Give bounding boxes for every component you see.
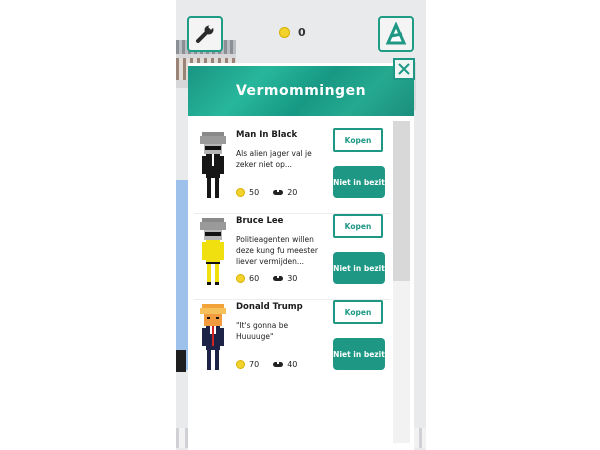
buy-button[interactable]: Kopen: [333, 128, 383, 152]
item-stats: 70 40: [236, 360, 297, 369]
mask-icon: [273, 276, 284, 281]
coin-icon: [236, 360, 245, 369]
item-price: 70: [249, 360, 260, 369]
wrench-icon: [196, 24, 214, 43]
close-button[interactable]: [393, 58, 415, 80]
donald-trump-avatar: [200, 304, 226, 370]
item-description: Als alien jager val je zeker niet op...: [236, 149, 312, 169]
item-name: Donald Trump: [236, 302, 303, 312]
coin-icon: [279, 27, 290, 38]
coin-count: 0: [298, 26, 306, 39]
list-item: Man In Black Als alien jager val je zeke…: [188, 126, 388, 212]
list-item: Bruce Lee Politieagenten willen deze kun…: [188, 212, 388, 298]
scrollbar-thumb[interactable]: [393, 121, 410, 281]
item-description: Politieagenten willen deze kung fu meest…: [236, 235, 318, 266]
ownership-status-button[interactable]: Niet in bezit: [333, 338, 385, 370]
item-price: 50: [249, 188, 260, 197]
settings-button[interactable]: [187, 16, 223, 52]
item-stats: 60 30: [236, 274, 297, 283]
coin-icon: [236, 188, 245, 197]
ownership-status-button[interactable]: Niet in bezit: [333, 252, 385, 284]
map-button[interactable]: [378, 16, 414, 52]
close-icon: [398, 63, 410, 75]
water-tile: [176, 180, 188, 370]
item-disguise-value: 20: [287, 188, 298, 197]
buy-button[interactable]: Kopen: [333, 300, 383, 324]
item-stats: 50 20: [236, 188, 297, 197]
item-disguise-value: 40: [287, 360, 298, 369]
mask-icon: [273, 362, 284, 367]
coin-icon: [236, 274, 245, 283]
item-name: Man In Black: [236, 130, 298, 140]
item-description: "It's gonna be Huuuuge": [236, 321, 289, 341]
coin-counter: 0: [279, 26, 306, 39]
item-name: Bruce Lee: [236, 216, 284, 226]
map-a-icon: [385, 22, 407, 45]
disguises-dialog: Vermommingen Man In Black Als alien jage…: [188, 58, 415, 450]
dialog-title: Vermommingen: [235, 83, 367, 99]
map-object: [176, 350, 186, 372]
item-price: 60: [249, 274, 260, 283]
bruce-lee-avatar: [200, 218, 226, 285]
dialog-header: Vermommingen: [188, 66, 414, 116]
list-item: Donald Trump "It's gonna be Huuuuge" 70 …: [188, 298, 388, 384]
man-in-black-avatar: [200, 132, 226, 198]
buy-button[interactable]: Kopen: [333, 214, 383, 238]
ownership-status-button[interactable]: Niet in bezit: [333, 166, 385, 198]
top-bar: 0: [176, 0, 426, 60]
item-disguise-value: 30: [287, 274, 298, 283]
mask-icon: [273, 190, 284, 195]
